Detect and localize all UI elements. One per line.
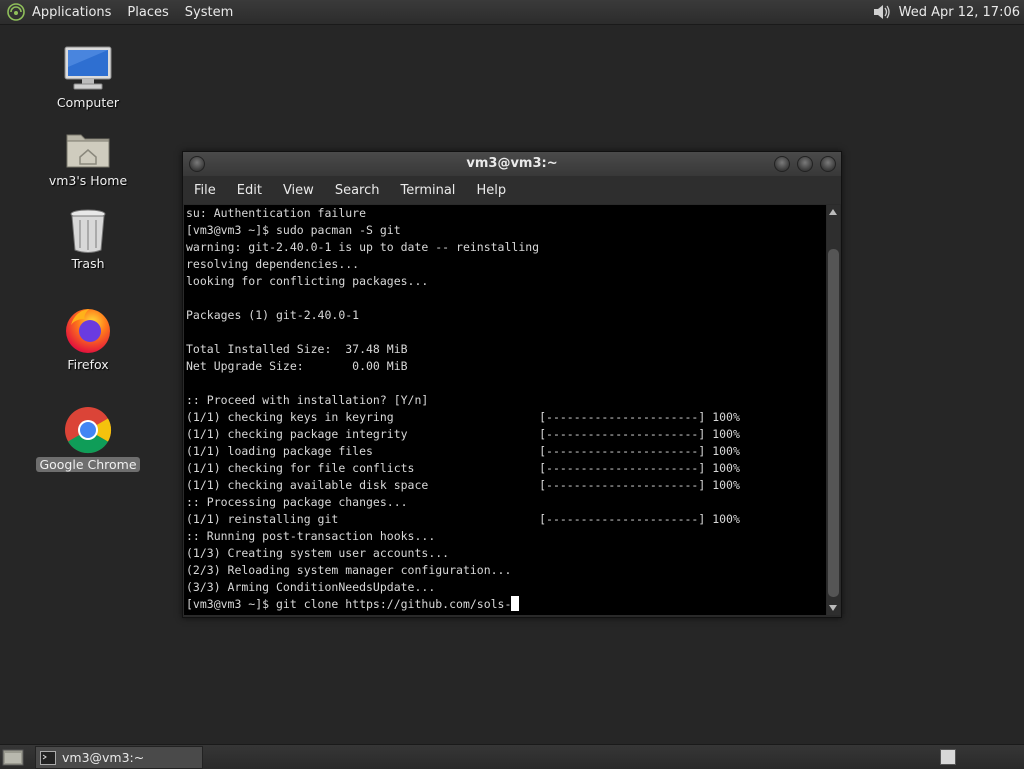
- panel-tray: Wed Apr 12, 17:06: [871, 0, 1020, 24]
- menu-places[interactable]: Places: [127, 5, 168, 20]
- top-panel: Applications Places System Wed Apr 12, 1…: [0, 0, 1024, 25]
- terminal-line: looking for conflicting packages...: [186, 274, 429, 288]
- window-menubar: File Edit View Search Terminal Help: [183, 176, 841, 204]
- menu-search[interactable]: Search: [335, 183, 380, 198]
- terminal-prompt-line[interactable]: [vm3@vm3 ~]$ git clone https://github.co…: [184, 596, 826, 613]
- terminal-line: resolving dependencies...: [186, 257, 360, 271]
- terminal-line: warning: git-2.40.0-1 is up to date -- r…: [186, 240, 540, 254]
- taskbar-button-terminal[interactable]: vm3@vm3:~: [35, 746, 203, 769]
- terminal-line: (1/1) checking for file conflicts [-----…: [186, 461, 740, 475]
- desktop-icon-label: vm3's Home: [48, 173, 128, 188]
- terminal-line: (1/1) reinstalling git [----------------…: [186, 512, 740, 526]
- menu-edit[interactable]: Edit: [237, 183, 262, 198]
- taskbar-button-label: vm3@vm3:~: [62, 750, 145, 765]
- scroll-up-arrow-icon[interactable]: [829, 209, 837, 215]
- terminal-line: (1/1) checking available disk space [---…: [186, 478, 740, 492]
- desktop-icon-label: Computer: [56, 95, 120, 110]
- trash-icon: [70, 209, 106, 253]
- terminal-output[interactable]: su: Authentication failure [vm3@vm3 ~]$ …: [184, 205, 826, 615]
- home-folder-icon: [66, 134, 110, 168]
- terminal-line: (2/3) Reloading system manager configura…: [186, 563, 512, 577]
- menu-file[interactable]: File: [194, 183, 216, 198]
- terminal-line: Total Installed Size: 37.48 MiB: [186, 342, 408, 356]
- terminal-scrollbar[interactable]: [827, 205, 840, 615]
- menu-applications[interactable]: Applications: [32, 5, 111, 20]
- show-desktop-icon[interactable]: [2, 747, 24, 767]
- clock[interactable]: Wed Apr 12, 17:06: [899, 5, 1020, 20]
- maximize-button[interactable]: [797, 156, 813, 172]
- desktop-icon-label: Firefox: [67, 357, 109, 372]
- terminal-lines: su: Authentication failure [vm3@vm3 ~]$ …: [184, 205, 826, 596]
- window-title: vm3@vm3:~: [466, 156, 558, 171]
- terminal-line: :: Processing package changes...: [186, 495, 408, 509]
- terminal-line: (1/1) checking keys in keyring [--------…: [186, 410, 740, 424]
- desktop-icon-computer[interactable]: Computer: [38, 45, 138, 110]
- terminal-prompt-text: [vm3@vm3 ~]$ git clone https://github.co…: [186, 597, 512, 611]
- minimize-button[interactable]: [774, 156, 790, 172]
- window-titlebar[interactable]: vm3@vm3:~: [183, 152, 841, 176]
- desktop-icon-label: Trash: [71, 256, 105, 271]
- close-button[interactable]: [820, 156, 836, 172]
- terminal-line: Packages (1) git-2.40.0-1: [186, 308, 360, 322]
- desktop-icon-home[interactable]: vm3's Home: [38, 127, 138, 188]
- firefox-icon: [66, 309, 110, 353]
- terminal-line: (3/3) Arming ConditionNeedsUpdate...: [186, 580, 436, 594]
- scroll-thumb[interactable]: [828, 249, 839, 597]
- terminal-line: [vm3@vm3 ~]$ sudo pacman -S git: [186, 223, 401, 237]
- desktop-icon-trash[interactable]: Trash: [38, 208, 138, 271]
- workspace-switcher[interactable]: [940, 749, 956, 765]
- menu-view[interactable]: View: [283, 183, 314, 198]
- terminal-line: Net Upgrade Size: 0.00 MiB: [186, 359, 408, 373]
- desktop-icon-chrome[interactable]: Google Chrome: [36, 405, 140, 472]
- scroll-down-arrow-icon[interactable]: [829, 605, 837, 611]
- terminal-line: (1/1) checking package integrity [------…: [186, 427, 740, 441]
- chrome-icon: [65, 407, 112, 454]
- menu-help[interactable]: Help: [476, 183, 506, 198]
- terminal-line: (1/3) Creating system user accounts...: [186, 546, 450, 560]
- desktop-icon-label: Google Chrome: [36, 457, 140, 472]
- desktop-icon-firefox[interactable]: Firefox: [38, 305, 138, 372]
- terminal-line: su: Authentication failure: [186, 206, 367, 220]
- menu-system[interactable]: System: [185, 5, 233, 20]
- menu-terminal[interactable]: Terminal: [400, 183, 455, 198]
- terminal-line: (1/1) loading package files [-----------…: [186, 444, 740, 458]
- computer-icon: [64, 46, 112, 90]
- text-cursor: [511, 596, 520, 611]
- bottom-panel: vm3@vm3:~: [0, 744, 1024, 769]
- distro-logo-icon[interactable]: [6, 2, 26, 22]
- terminal-icon: [40, 750, 56, 765]
- terminal-line: :: Running post-transaction hooks...: [186, 529, 436, 543]
- terminal-window: vm3@vm3:~ File Edit View Search Terminal…: [182, 151, 842, 618]
- terminal-line: :: Proceed with installation? [Y/n]: [186, 393, 429, 407]
- volume-icon[interactable]: [871, 2, 891, 22]
